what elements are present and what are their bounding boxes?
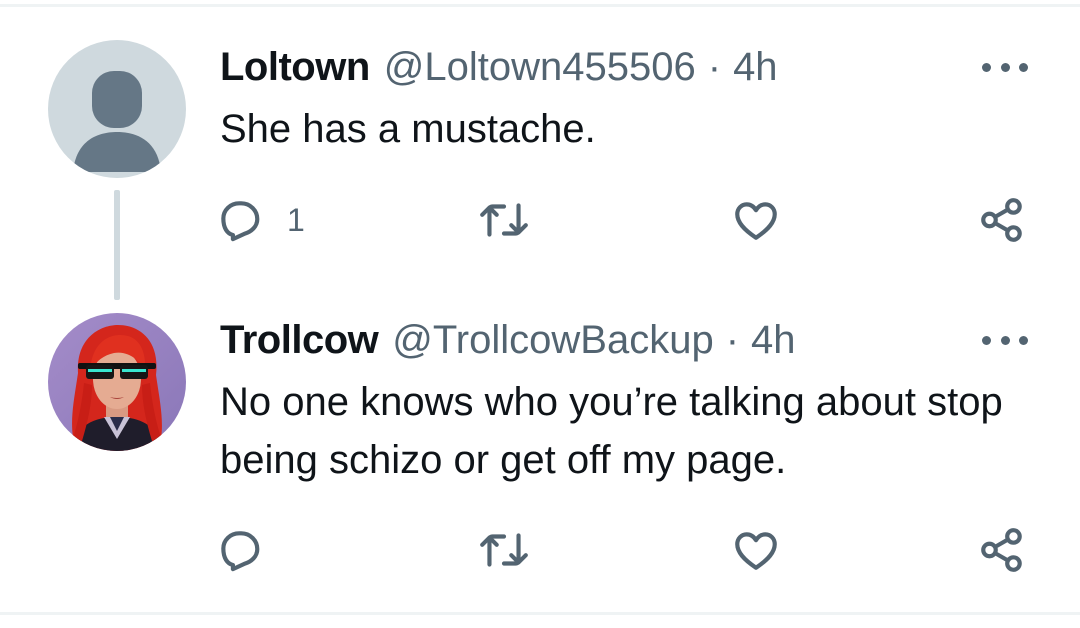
- avatar-trollcow[interactable]: [48, 313, 186, 451]
- reply-count: 1: [287, 201, 305, 238]
- tweet-actions: [215, 522, 1035, 578]
- share-button[interactable]: [977, 522, 1027, 578]
- header-separator: ·: [707, 45, 722, 89]
- more-options-button[interactable]: [982, 330, 1028, 350]
- share-button[interactable]: [977, 192, 1027, 248]
- retweet-icon: [480, 203, 528, 237]
- display-name[interactable]: Trollcow: [220, 315, 379, 365]
- thread-connector-line: [114, 190, 120, 300]
- bottom-divider: [0, 612, 1080, 615]
- heart-icon: [735, 202, 777, 240]
- avatar-default[interactable]: [48, 40, 186, 178]
- share-icon: [981, 528, 1022, 572]
- heart-icon: [735, 532, 777, 570]
- retweet-button[interactable]: [477, 192, 531, 248]
- like-button[interactable]: [731, 522, 781, 578]
- like-button[interactable]: [731, 192, 781, 248]
- display-name[interactable]: Loltown: [220, 42, 370, 92]
- tweet-trollcow[interactable]: Trollcow @TrollcowBackup · 4h No one kno…: [0, 300, 1080, 610]
- reply-button[interactable]: 1: [215, 192, 305, 248]
- tweet-actions: 1: [215, 192, 1035, 248]
- reply-icon: [221, 201, 260, 242]
- red-haired-sunglasses-portrait: [48, 313, 186, 451]
- tweet-text: No one knows who you’re talking about st…: [220, 380, 1003, 482]
- tweet-text: She has a mustache.: [220, 107, 596, 151]
- tweet-header: Trollcow @TrollcowBackup · 4h: [220, 315, 796, 365]
- tweet-header: Loltown @Loltown455506 · 4h: [220, 42, 778, 92]
- header-separator: ·: [725, 318, 740, 362]
- tweet-loltown[interactable]: Loltown @Loltown455506 · 4h She has a mu…: [0, 0, 1080, 300]
- reply-button[interactable]: [215, 522, 287, 578]
- retweet-icon: [480, 533, 528, 567]
- reply-icon: [221, 531, 260, 572]
- user-handle[interactable]: @TrollcowBackup: [392, 315, 713, 365]
- more-options-icon: [982, 335, 991, 345]
- more-options-icon: [982, 62, 991, 72]
- retweet-button[interactable]: [477, 522, 531, 578]
- more-options-button[interactable]: [982, 57, 1028, 77]
- user-handle[interactable]: @Loltown455506: [384, 42, 696, 92]
- timestamp[interactable]: 4h: [733, 42, 778, 92]
- timestamp[interactable]: 4h: [751, 315, 796, 365]
- default-avatar-icon: [48, 40, 186, 178]
- share-icon: [981, 198, 1022, 242]
